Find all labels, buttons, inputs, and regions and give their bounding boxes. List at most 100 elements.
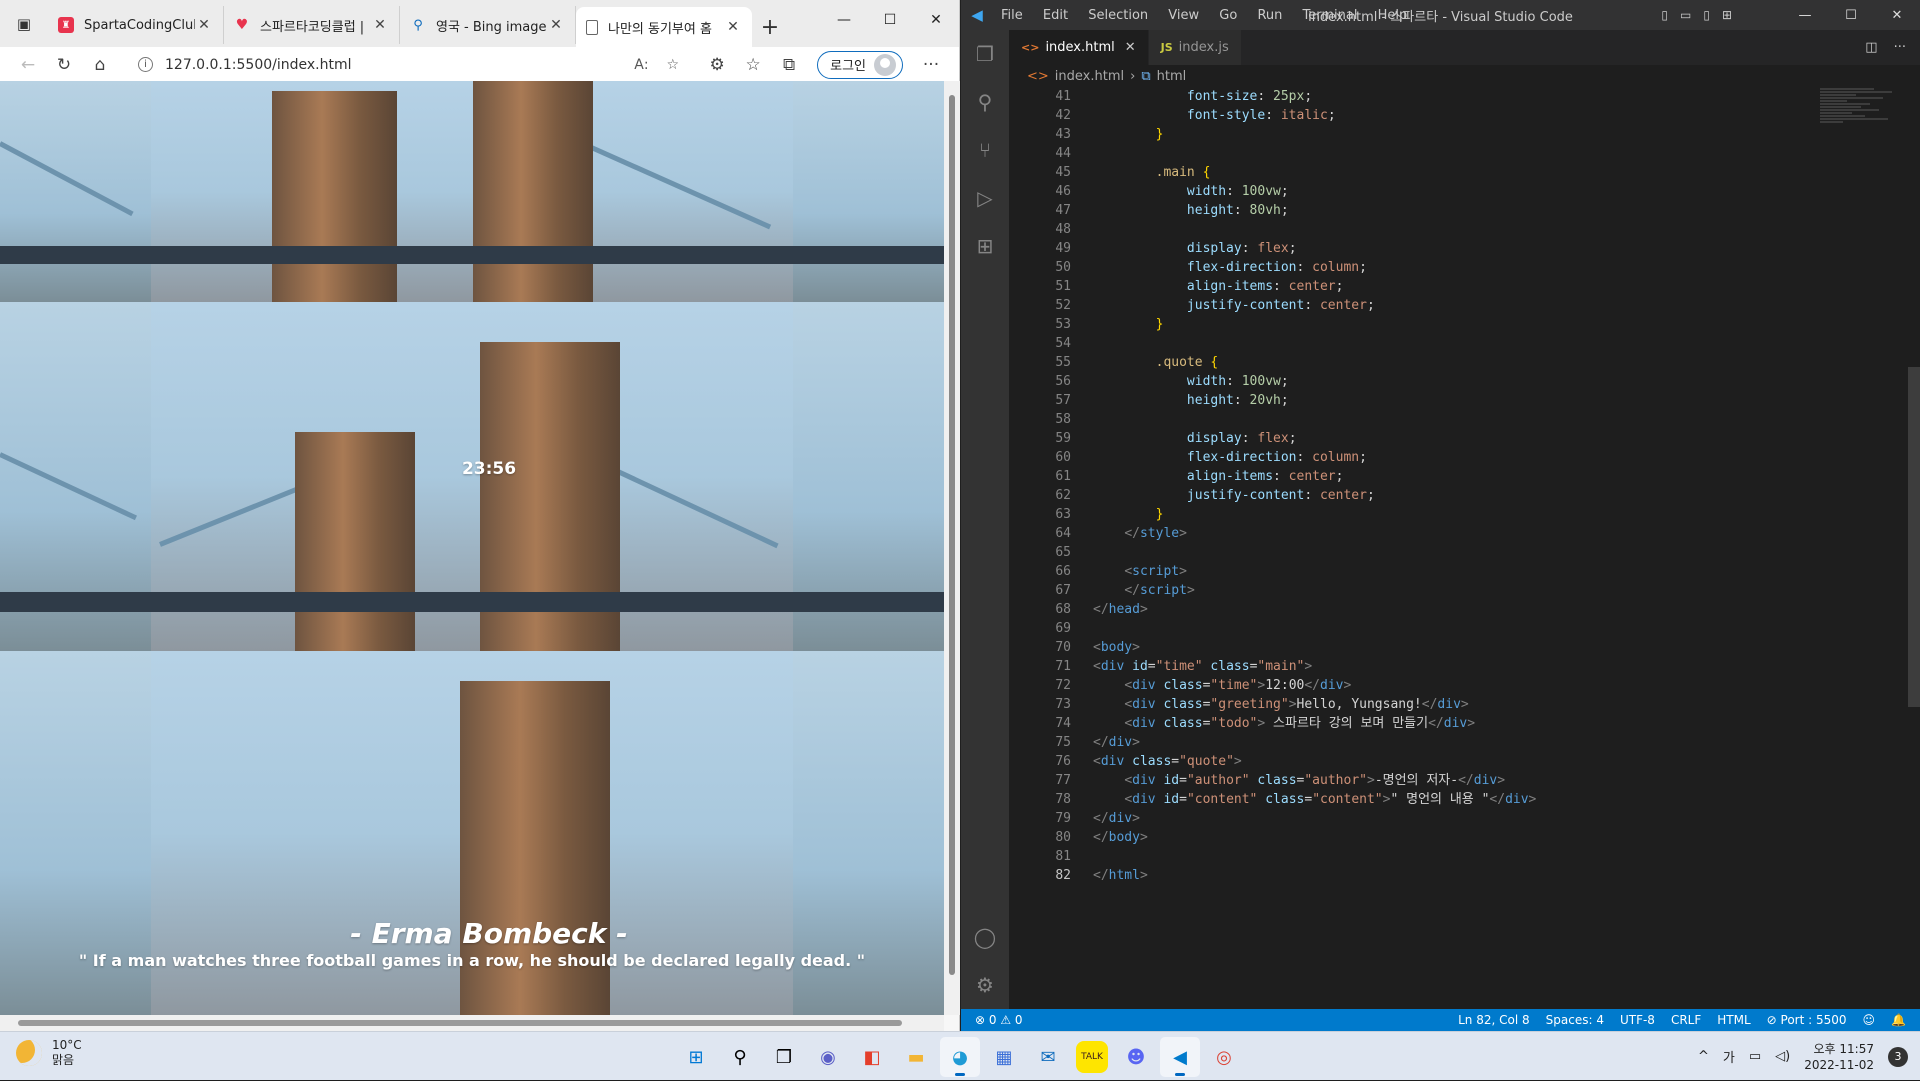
- refresh-icon[interactable]: ↻: [46, 50, 82, 80]
- extensions-icon[interactable]: ⊞: [961, 222, 1009, 270]
- close-tab-icon[interactable]: ✕: [724, 19, 742, 35]
- search-icon[interactable]: ⚲: [961, 78, 1009, 126]
- toggle-panel-icon[interactable]: ▭: [1680, 8, 1691, 22]
- code-line: 63 }: [1055, 507, 1164, 522]
- notification-badge[interactable]: 3: [1888, 1046, 1908, 1067]
- tab-index-js[interactable]: JS index.js: [1148, 30, 1242, 65]
- close-tab-icon[interactable]: ✕: [371, 17, 389, 33]
- breadcrumb-file[interactable]: index.html: [1055, 69, 1124, 84]
- weather-widget[interactable]: 10°C 맑음: [16, 1038, 82, 1068]
- discord-icon[interactable]: ☻: [1116, 1037, 1156, 1077]
- kakaotalk-icon[interactable]: TALK: [1076, 1041, 1108, 1073]
- language-mode[interactable]: HTML: [1717, 1013, 1750, 1027]
- manage-gear-icon[interactable]: ⚙: [961, 961, 1009, 1009]
- more-actions-icon[interactable]: ···: [1894, 40, 1906, 55]
- office-icon[interactable]: ◧: [852, 1037, 892, 1077]
- more-menu-icon[interactable]: ···: [913, 50, 949, 80]
- live-server-port[interactable]: ⊘ Port : 5500: [1767, 1013, 1847, 1027]
- browser-tab[interactable]: ⚲ 영국 - Bing images ✕: [400, 6, 576, 44]
- close-tab-icon[interactable]: ✕: [195, 17, 213, 33]
- background-image-tile: [0, 81, 944, 302]
- read-aloud-icon[interactable]: A꞉: [634, 57, 648, 73]
- task-view-icon[interactable]: ❐: [764, 1037, 804, 1077]
- menu-edit[interactable]: Edit: [1043, 8, 1068, 23]
- browser-tab[interactable]: ♥ 스파르타코딩클럽 | ✕: [224, 6, 400, 44]
- cursor-position[interactable]: Ln 82, Col 8: [1458, 1013, 1530, 1027]
- home-icon[interactable]: ⌂: [82, 50, 118, 80]
- line-ending[interactable]: CRLF: [1671, 1013, 1701, 1027]
- close-icon[interactable]: ✕: [1874, 8, 1920, 23]
- favorites-icon[interactable]: ☆: [735, 50, 771, 80]
- info-icon[interactable]: i: [138, 57, 153, 72]
- add-favorite-icon[interactable]: ☆: [667, 57, 680, 73]
- browser-tab-bar: ▣ ♜ SpartaCodingClub ✕ ♥ 스파르타코딩클럽 | ✕ ⚲ …: [0, 0, 959, 47]
- menu-run[interactable]: Run: [1257, 8, 1282, 23]
- split-editor-icon[interactable]: ◫: [1865, 40, 1877, 55]
- page-viewport: 23:56 - Erma Bombeck - " If a man watche…: [0, 81, 944, 1015]
- run-debug-icon[interactable]: ▷: [961, 174, 1009, 222]
- new-tab-button[interactable]: +: [752, 7, 788, 47]
- url-field[interactable]: i 127.0.0.1:5500/index.html A꞉ ☆: [126, 49, 692, 80]
- minimize-icon[interactable]: —: [821, 0, 867, 40]
- code-line: 45 .main {: [1055, 165, 1211, 180]
- login-button[interactable]: 로그인: [817, 50, 903, 79]
- tab-actions-icon[interactable]: ▣: [0, 0, 48, 47]
- breadcrumb-symbol[interactable]: html: [1157, 69, 1187, 84]
- horizontal-scrollbar[interactable]: [0, 1015, 944, 1031]
- maximize-icon[interactable]: ☐: [867, 0, 913, 40]
- minimize-icon[interactable]: —: [1782, 8, 1828, 23]
- notifications-bell-icon[interactable]: 🔔: [1891, 1013, 1906, 1027]
- maximize-icon[interactable]: ☐: [1828, 8, 1874, 23]
- accounts-icon[interactable]: ◯: [961, 913, 1009, 961]
- code-editor[interactable]: 41 font-size: 25px; 42 font-style: itali…: [1009, 87, 1871, 1009]
- menu-terminal[interactable]: Terminal: [1303, 8, 1358, 23]
- explorer-icon[interactable]: ❐: [961, 30, 1009, 78]
- indentation[interactable]: Spaces: 4: [1546, 1013, 1604, 1027]
- vscode-icon[interactable]: ◀: [1160, 1037, 1200, 1077]
- network-icon[interactable]: ▭: [1749, 1049, 1761, 1064]
- browser-tab[interactable]: ♜ SpartaCodingClub ✕: [48, 6, 224, 44]
- edge-icon[interactable]: ◕: [940, 1037, 980, 1077]
- extensions-icon[interactable]: ⚙: [699, 50, 735, 80]
- mail-icon[interactable]: ✉: [1028, 1037, 1068, 1077]
- menu-view[interactable]: View: [1168, 8, 1199, 23]
- file-explorer-icon[interactable]: ▬: [896, 1037, 936, 1077]
- toggle-secondary-sidebar-icon[interactable]: ▯: [1703, 8, 1710, 22]
- layout-controls: ▯ ▭ ▯ ⊞: [1661, 8, 1732, 22]
- problems-indicator[interactable]: ⊗ 0 ⚠ 0: [975, 1013, 1023, 1027]
- tab-index-html[interactable]: <> index.html ✕: [1009, 30, 1149, 65]
- encoding[interactable]: UTF-8: [1620, 1013, 1655, 1027]
- customize-layout-icon[interactable]: ⊞: [1722, 8, 1732, 22]
- close-icon[interactable]: ✕: [913, 0, 959, 40]
- vertical-scrollbar[interactable]: [944, 81, 960, 1015]
- chrome-icon[interactable]: ◎: [1204, 1037, 1244, 1077]
- back-arrow-icon[interactable]: ←: [10, 50, 46, 80]
- collections-icon[interactable]: ⧉: [771, 50, 807, 80]
- source-control-icon[interactable]: ⑂: [961, 126, 1009, 174]
- feedback-icon[interactable]: ☺: [1863, 1013, 1876, 1027]
- toggle-sidebar-icon[interactable]: ▯: [1661, 8, 1668, 22]
- close-tab-icon[interactable]: ✕: [1125, 40, 1136, 55]
- menu-selection[interactable]: Selection: [1088, 8, 1148, 23]
- browser-tab-active[interactable]: 나만의 동기부여 홈 ✕: [576, 7, 752, 47]
- editor-scrollbar[interactable]: [1908, 87, 1920, 1009]
- close-tab-icon[interactable]: ✕: [547, 17, 565, 33]
- volume-icon[interactable]: ◁): [1775, 1049, 1790, 1064]
- editor-actions: ◫ ···: [1865, 30, 1920, 65]
- window-controls: — ☐ ✕: [821, 0, 959, 40]
- store-icon[interactable]: ▦: [984, 1037, 1024, 1077]
- teams-chat-icon[interactable]: ◉: [808, 1037, 848, 1077]
- menu-help[interactable]: Help: [1378, 8, 1408, 23]
- ime-indicator[interactable]: 가: [1723, 1047, 1735, 1066]
- start-windows-icon[interactable]: ⊞: [676, 1037, 716, 1077]
- search-icon[interactable]: ⚲: [720, 1037, 760, 1077]
- menu-go[interactable]: Go: [1219, 8, 1237, 23]
- menu-file[interactable]: File: [1001, 8, 1023, 23]
- taskbar-clock[interactable]: 오후 11:57 2022-11-02: [1804, 1041, 1874, 1073]
- chevron-up-icon[interactable]: ^: [1698, 1049, 1709, 1064]
- minimap[interactable]: [1820, 87, 1910, 267]
- chevron-right-icon: ›: [1130, 68, 1136, 84]
- code-line: 56 width: 100vw;: [1055, 374, 1289, 389]
- quote-author: - Erma Bombeck -: [350, 917, 628, 950]
- tab-title: 나만의 동기부여 홈: [608, 21, 712, 37]
